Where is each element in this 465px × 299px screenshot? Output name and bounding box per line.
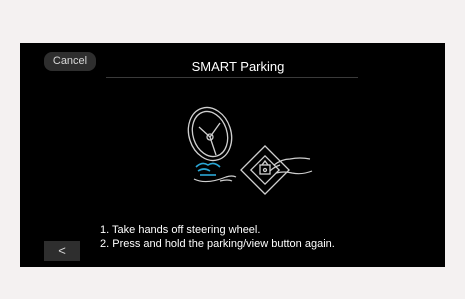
instructions: 1. Take hands off steering wheel. 2. Pre… xyxy=(100,223,335,251)
page-frame: Cancel SMART Parking 1. Take hands off s… xyxy=(0,0,465,299)
cancel-button[interactable]: Cancel xyxy=(44,52,96,71)
smart-parking-screen: Cancel SMART Parking 1. Take hands off s… xyxy=(20,43,445,267)
page-title: SMART Parking xyxy=(191,59,285,74)
steering-wheel-icon xyxy=(187,106,233,162)
instruction-step-1: 1. Take hands off steering wheel. xyxy=(100,224,261,236)
title-divider xyxy=(106,77,358,78)
hands-off-icon xyxy=(195,162,221,176)
chevron-left-icon: < xyxy=(58,243,66,258)
back-button[interactable]: < xyxy=(44,241,80,261)
pressing-hand-icon xyxy=(269,157,313,175)
parking-view-button-icon xyxy=(240,145,290,195)
instruction-step-2: 2. Press and hold the parking/view butto… xyxy=(100,238,335,250)
smart-parking-illustration xyxy=(187,106,313,195)
